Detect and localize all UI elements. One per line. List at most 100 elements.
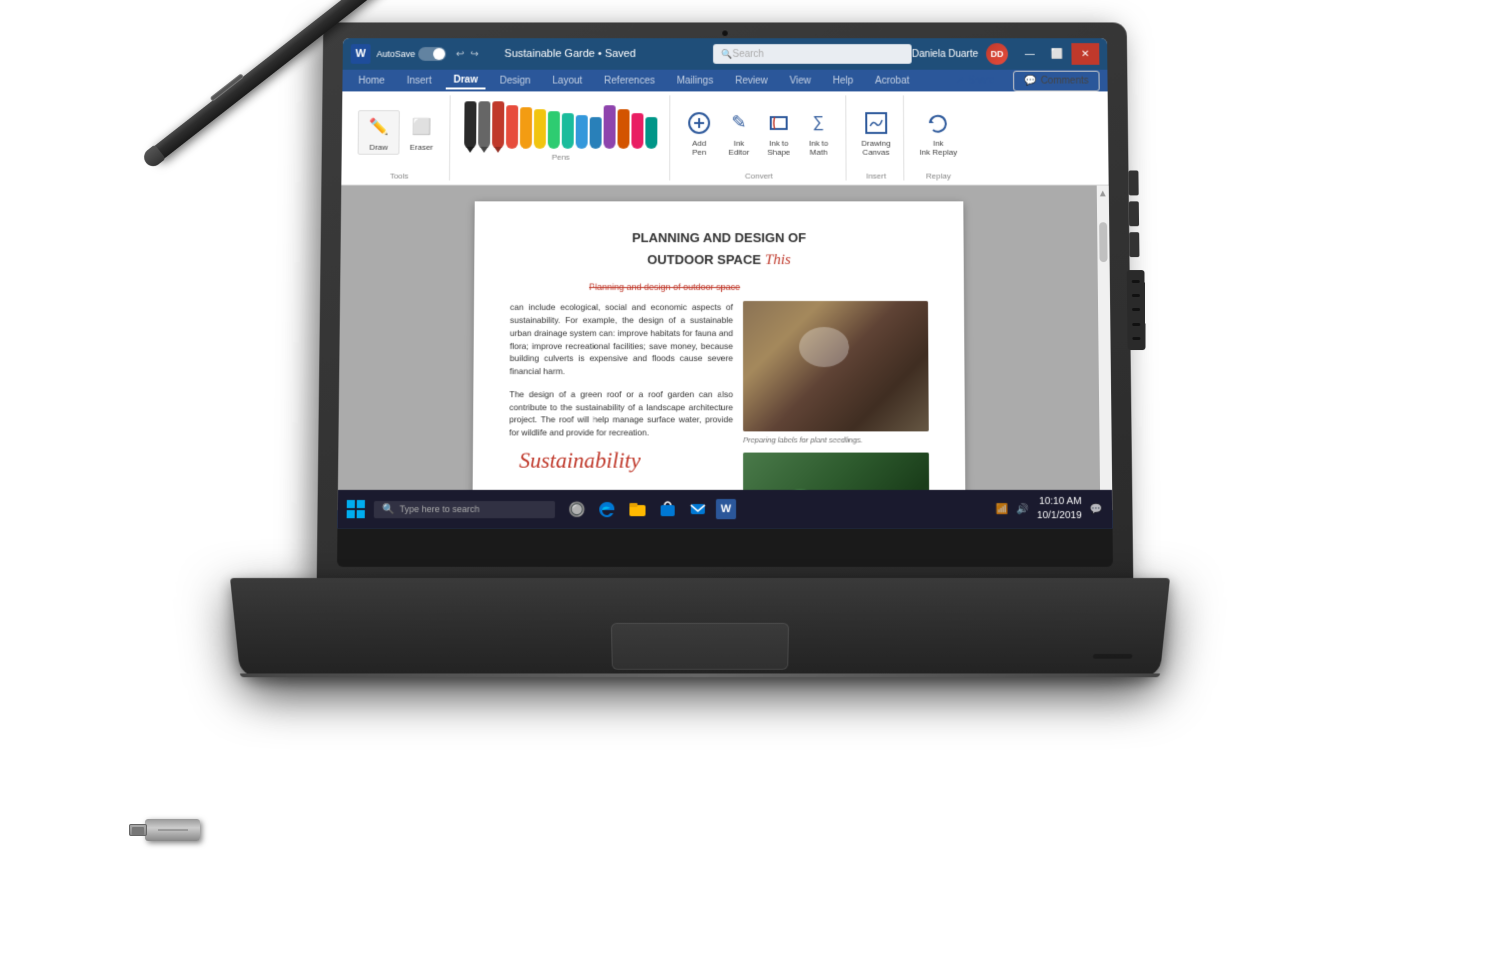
scrollbar-thumb[interactable]	[1099, 222, 1107, 262]
pen-green[interactable]	[548, 111, 560, 149]
speaker-hole-2	[1132, 294, 1140, 297]
insert-buttons: Drawing Canvas	[856, 95, 895, 169]
taskbar-edge-icon[interactable]	[595, 497, 619, 521]
tab-draw[interactable]: Draw	[445, 72, 485, 89]
usb-line	[158, 829, 188, 831]
tab-design[interactable]: Design	[492, 73, 539, 88]
filename: Sustainable Garde • Saved	[504, 48, 635, 60]
pen-orange[interactable]	[520, 107, 532, 149]
title-bar-right: Daniela Duarte DD — ⬜ ✕	[912, 43, 1100, 65]
ink-to-shape-button[interactable]: Ink to Shape	[760, 106, 798, 159]
add-pen-icon	[685, 109, 713, 137]
scroll-up-icon[interactable]: ▲	[1095, 185, 1111, 202]
notification-icon[interactable]: 💬	[1090, 504, 1103, 515]
text-column: can include ecological, social and econo…	[507, 301, 733, 510]
side-buttons	[1128, 171, 1141, 257]
search-box[interactable]: 🔍 Search	[713, 44, 912, 64]
title-bar-left: W AutoSave ↩ ↪ Sustainable Garde • Saved	[351, 44, 714, 64]
autosave-area: AutoSave	[376, 47, 446, 61]
pen-gray[interactable]	[478, 101, 490, 148]
tab-references[interactable]: References	[596, 73, 663, 88]
tab-layout[interactable]: Layout	[544, 73, 590, 88]
tab-review[interactable]: Review	[727, 73, 775, 88]
image-column: Preparing labels for plant seedlings.	[743, 301, 930, 510]
tab-mailings[interactable]: Mailings	[669, 73, 721, 88]
handwriting-sustainability: Sustainability	[509, 447, 733, 473]
doc-scroll[interactable]: PLANNING AND DESIGN OF OUTDOOR SPACE Thi…	[338, 185, 1101, 510]
doc-scrollbar[interactable]: ▲ ▼	[1097, 185, 1113, 510]
taskbar-word-icon[interactable]: W	[716, 499, 736, 519]
ribbon-group-tools: ✏️ Draw ⬜ Eraser Tools	[349, 95, 450, 180]
pen-purple[interactable]	[604, 105, 616, 149]
stylus-cap	[140, 144, 165, 169]
volume-up-button[interactable]	[1129, 201, 1139, 226]
replay-buttons: Ink Ink Replay	[914, 95, 962, 169]
replay-label-bottom: Replay	[926, 172, 951, 181]
power-button[interactable]	[1128, 171, 1138, 196]
windows-start-button[interactable]	[344, 497, 368, 521]
drawing-canvas-button[interactable]: Drawing Canvas	[856, 106, 895, 159]
touchpad[interactable]	[611, 623, 789, 670]
ink-to-shape-icon	[765, 109, 793, 137]
laptop-screen-panel: W AutoSave ↩ ↪ Sustainable Garde • Saved	[317, 22, 1134, 587]
ribbon-groups: ✏️ Draw ⬜ Eraser Tools	[341, 91, 1108, 184]
taskbar-mail-icon[interactable]	[686, 497, 710, 521]
taskbar-right: 📶 🔊 10:10 AM 10/1/2019 💬	[996, 495, 1113, 523]
speaker-hole-4	[1132, 323, 1140, 326]
date-display: 10/1/2019	[1037, 509, 1082, 523]
body-para1: can include ecological, social and econo…	[510, 301, 733, 378]
close-button[interactable]: ✕	[1071, 43, 1099, 65]
pen-pink[interactable]	[631, 113, 643, 149]
autosave-toggle[interactable]	[418, 47, 446, 61]
taskbar-search[interactable]: 🔍 Type here to search	[374, 501, 555, 518]
taskbar-explorer-icon[interactable]	[625, 497, 649, 521]
tab-help[interactable]: Help	[825, 73, 861, 88]
tab-view[interactable]: View	[782, 73, 819, 88]
pen-red[interactable]	[492, 101, 504, 148]
redo-icon[interactable]: ↪	[470, 49, 478, 60]
maximize-button[interactable]: ⬜	[1044, 43, 1072, 65]
ink-replay-button[interactable]: Ink Ink Replay	[914, 106, 962, 159]
ink-to-math-button[interactable]: ∑ Ink to Math	[800, 106, 838, 159]
speaker-right	[1127, 270, 1146, 350]
pen-light-red[interactable]	[506, 105, 518, 149]
pen-black[interactable]	[464, 101, 476, 148]
pen-yellow[interactable]	[534, 109, 546, 149]
document-area: PLANNING AND DESIGN OF OUTDOOR SPACE Thi…	[338, 185, 1113, 510]
pen-dark-orange[interactable]	[617, 109, 629, 149]
add-pen-button[interactable]: Add Pen	[680, 106, 718, 159]
taskbar-cortana-icon[interactable]: 🔘	[565, 497, 589, 521]
pen-teal[interactable]	[562, 113, 574, 149]
pen-blue[interactable]	[576, 115, 588, 149]
volume-down-button[interactable]	[1129, 232, 1139, 257]
ribbon-group-convert: Add Pen ✎ Ink Editor	[672, 95, 846, 180]
comments-icon: 💬	[1024, 75, 1036, 86]
taskbar-volume-icon[interactable]: 🔊	[1016, 504, 1029, 515]
windows-icon	[347, 500, 365, 518]
pen-teal2[interactable]	[645, 117, 657, 149]
time-display: 10:10 AM	[1037, 495, 1082, 509]
speaker-hole-3	[1132, 308, 1140, 311]
taskbar-store-icon[interactable]	[656, 497, 680, 521]
ink-editor-button[interactable]: ✎ Ink Editor	[720, 106, 758, 159]
doc-image-1	[743, 301, 929, 431]
comments-button[interactable]: 💬 Comments	[1013, 70, 1099, 91]
image1-highlight	[799, 327, 849, 367]
usb-connector	[129, 824, 147, 836]
img-caption-1: Preparing labels for plant seedlings.	[743, 436, 929, 445]
draw-button[interactable]: ✏️ Draw	[358, 110, 400, 155]
tab-home[interactable]: Home	[350, 73, 393, 88]
doc-title-line2: OUTDOOR SPACE	[647, 251, 761, 269]
tab-insert[interactable]: Insert	[399, 73, 440, 88]
autosave-label: AutoSave	[376, 49, 415, 59]
convert-label: Convert	[745, 172, 773, 181]
minimize-button[interactable]: —	[1016, 43, 1044, 65]
speaker-hole-1	[1132, 280, 1140, 283]
pen-dark-blue[interactable]	[590, 117, 602, 149]
share-button[interactable]: ↗ Share	[945, 70, 1006, 91]
undo-icon[interactable]: ↩	[456, 49, 464, 60]
doc-handwritten-this: This	[765, 252, 791, 269]
eraser-icon: ⬜	[408, 113, 436, 141]
tab-acrobat[interactable]: Acrobat	[867, 73, 917, 88]
eraser-button[interactable]: ⬜ Eraser	[401, 111, 441, 154]
